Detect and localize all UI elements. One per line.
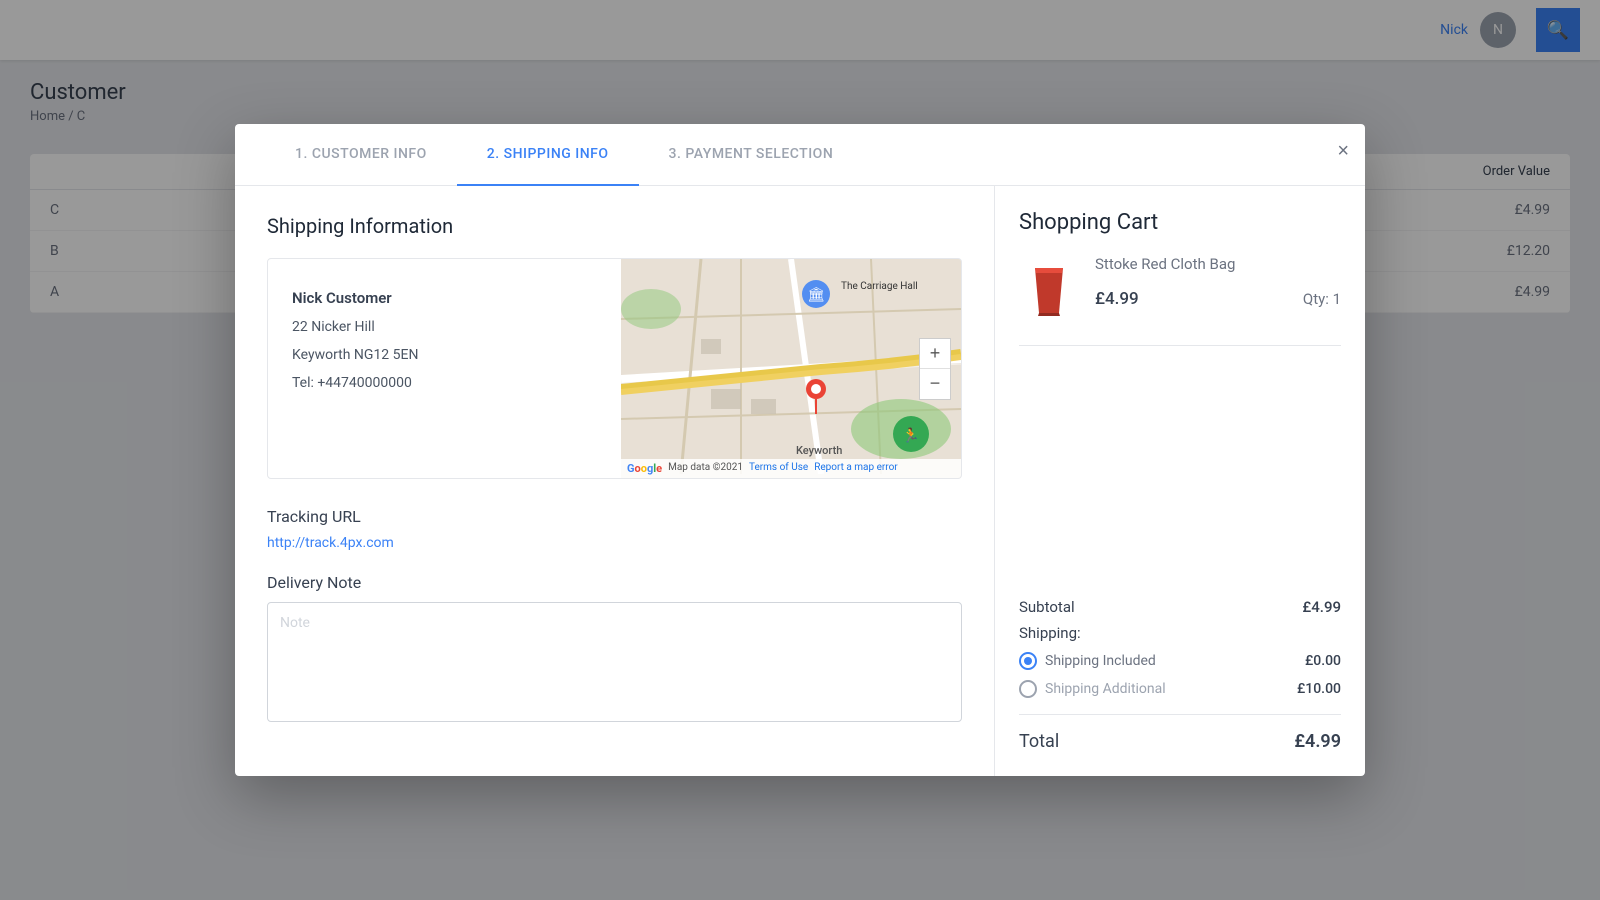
subtotal-label: Subtotal: [1019, 598, 1075, 616]
shipping-included-radio[interactable]: [1019, 652, 1037, 670]
map-controls: + −: [919, 338, 951, 400]
left-panel: Shipping Information Nick Customer 22 Ni…: [235, 186, 995, 776]
tracking-section: Tracking URL http://track.4px.com: [267, 507, 962, 551]
shipping-additional-option[interactable]: Shipping Additional £10.00: [1019, 680, 1341, 698]
svg-text:🏛: 🏛: [807, 286, 825, 303]
map-terms-link[interactable]: Terms of Use: [749, 462, 808, 475]
map-zoom-in-button[interactable]: +: [920, 339, 950, 369]
radio-dot: [1024, 657, 1032, 665]
section-title: Shipping Information: [267, 214, 962, 238]
map-data-text: Map data ©2021: [668, 462, 743, 475]
product-price-row: £4.99 Qty: 1: [1095, 289, 1341, 309]
cart-title: Shopping Cart: [1019, 210, 1341, 235]
shipping-included-label: Shipping Included: [1045, 653, 1156, 669]
right-panel: Shopping Cart Sttoke Red Cloth Bag: [995, 186, 1365, 776]
tracking-url-link[interactable]: http://track.4px.com: [267, 535, 394, 551]
customer-name: Nick Customer: [292, 283, 597, 313]
delivery-note-textarea[interactable]: [267, 602, 962, 722]
shipping-info-box: Nick Customer 22 Nicker Hill Keyworth NG…: [267, 258, 962, 479]
svg-text:Keyworth: Keyworth: [796, 444, 842, 457]
shipping-included-left: Shipping Included: [1019, 652, 1156, 670]
order-summary: Subtotal £4.99 Shipping: Shipping Includ…: [1019, 598, 1341, 752]
tab-payment-selection[interactable]: 3. PAYMENT SELECTION: [639, 124, 864, 186]
google-logo: Google: [627, 462, 662, 475]
shipping-additional-label: Shipping Additional: [1045, 681, 1166, 697]
product-name: Sttoke Red Cloth Bag: [1095, 255, 1341, 273]
subtotal-row: Subtotal £4.99: [1019, 598, 1341, 616]
customer-tel: Tel: +44740000000: [292, 369, 597, 397]
shipping-included-option[interactable]: Shipping Included £0.00: [1019, 652, 1341, 670]
modal-body: Shipping Information Nick Customer 22 Ni…: [235, 186, 1365, 776]
tracking-label: Tracking URL: [267, 507, 962, 526]
modal-tabs: 1. CUSTOMER INFO 2. SHIPPING INFO 3. PAY…: [235, 124, 1365, 186]
tab-customer-info[interactable]: 1. CUSTOMER INFO: [265, 124, 457, 186]
shipping-additional-left: Shipping Additional: [1019, 680, 1166, 698]
product-info: Sttoke Red Cloth Bag £4.99 Qty: 1: [1095, 255, 1341, 309]
total-row: Total £4.99: [1019, 714, 1341, 752]
product-cup-icon: [1029, 263, 1069, 318]
shipping-included-value: £0.00: [1305, 653, 1341, 669]
modal: × 1. CUSTOMER INFO 2. SHIPPING INFO 3. P…: [235, 124, 1365, 776]
product-image: [1019, 255, 1079, 325]
tab-shipping-info[interactable]: 2. SHIPPING INFO: [457, 124, 639, 186]
map-footer: Google Map data ©2021 Terms of Use Repor…: [621, 459, 961, 478]
svg-text:🏃: 🏃: [902, 427, 919, 444]
delivery-label: Delivery Note: [267, 573, 962, 592]
map-svg: 🏛 The Carriage Hall 🏃 Keyworth: [621, 259, 961, 474]
map-zoom-out-button[interactable]: −: [920, 369, 950, 399]
shipping-additional-radio[interactable]: [1019, 680, 1037, 698]
product-price: £4.99: [1095, 289, 1139, 309]
total-value: £4.99: [1294, 731, 1341, 752]
modal-close-button[interactable]: ×: [1337, 140, 1349, 163]
address-block: Nick Customer 22 Nicker Hill Keyworth NG…: [268, 259, 621, 478]
product-item: Sttoke Red Cloth Bag £4.99 Qty: 1: [1019, 255, 1341, 346]
shipping-additional-value: £10.00: [1297, 681, 1341, 697]
total-label: Total: [1019, 731, 1059, 752]
modal-overlay: × 1. CUSTOMER INFO 2. SHIPPING INFO 3. P…: [0, 0, 1600, 900]
subtotal-value: £4.99: [1302, 598, 1341, 616]
map-block: 🏛 The Carriage Hall 🏃 Keyworth: [621, 259, 961, 478]
product-qty: Qty: 1: [1303, 290, 1341, 308]
map-report-link[interactable]: Report a map error: [814, 462, 897, 475]
address-line-2: Keyworth NG12 5EN: [292, 341, 597, 369]
address-line-1: 22 Nicker Hill: [292, 313, 597, 341]
shipping-section-label: Shipping:: [1019, 624, 1341, 642]
delivery-section: Delivery Note: [267, 573, 962, 726]
svg-text:The Carriage Hall: The Carriage Hall: [841, 281, 918, 292]
